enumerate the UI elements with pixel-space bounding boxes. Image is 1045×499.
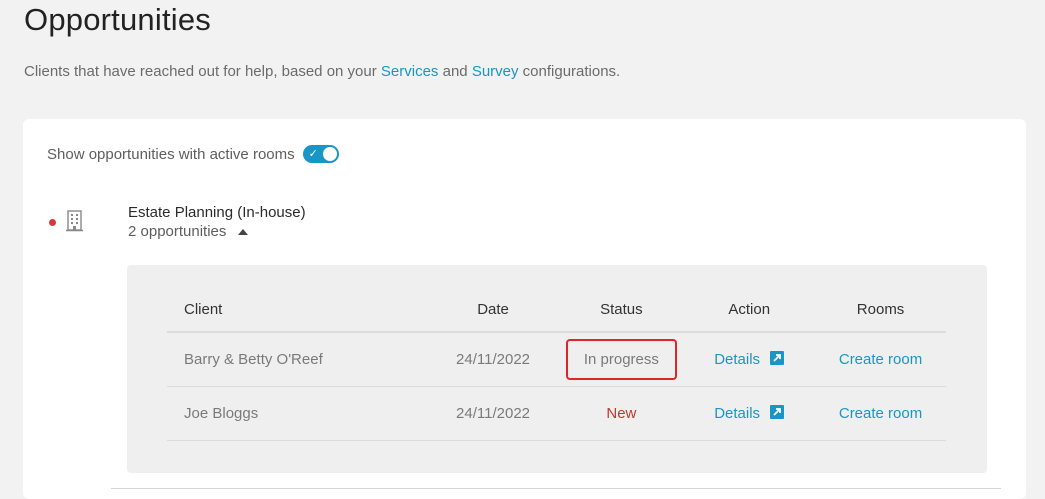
details-link[interactable]: Details xyxy=(714,351,785,368)
toggle-knob xyxy=(322,147,337,161)
header-status: Status xyxy=(559,287,684,333)
action-cell: Details xyxy=(683,332,816,387)
active-rooms-toggle-row: Show opportunities with active rooms ✓ xyxy=(47,145,339,163)
opportunity-date: 24/11/2022 xyxy=(426,386,560,441)
active-rooms-toggle[interactable]: ✓ xyxy=(302,145,339,163)
client-name: Barry & Betty O'Reef xyxy=(167,332,427,387)
status-cell: In progress xyxy=(559,332,684,387)
services-link[interactable]: Services xyxy=(381,63,439,80)
external-link-icon xyxy=(770,405,785,419)
status-cell: New xyxy=(559,386,684,441)
opportunity-date: 24/11/2022 xyxy=(426,332,560,387)
caret-up-icon xyxy=(238,228,249,235)
active-rooms-toggle-label: Show opportunities with active rooms xyxy=(47,145,295,163)
opportunities-count: 2 opportunities xyxy=(128,223,227,240)
header-date: Date xyxy=(426,287,560,333)
client-name: Joe Bloggs xyxy=(167,386,427,441)
subtitle-text-end: configurations. xyxy=(518,63,621,80)
header-action: Action xyxy=(683,287,816,333)
service-status-dot xyxy=(49,219,56,226)
service-name: Estate Planning (In-house) xyxy=(128,204,306,221)
opportunities-panel: Client Date Status Action Rooms Barry & … xyxy=(127,265,987,473)
opportunities-card: Show opportunities with active rooms ✓ E… xyxy=(23,119,1026,499)
section-divider xyxy=(111,488,1001,489)
check-icon: ✓ xyxy=(308,148,318,160)
page-title: Opportunities xyxy=(24,2,211,37)
status-badge: New xyxy=(606,405,637,422)
survey-link[interactable]: Survey xyxy=(472,63,519,80)
table-row: Barry & Betty O'Reef 24/11/2022 In progr… xyxy=(167,332,946,387)
details-link[interactable]: Details xyxy=(714,405,785,422)
page-subtitle: Clients that have reached out for help, … xyxy=(24,63,620,80)
subtitle-text-start: Clients that have reached out for help, … xyxy=(24,63,381,80)
details-label: Details xyxy=(714,351,761,368)
table-row: Joe Bloggs 24/11/2022 New Details Create… xyxy=(167,386,946,441)
opportunities-count-toggle[interactable]: 2 opportunities xyxy=(128,223,249,240)
table-header-row: Client Date Status Action Rooms xyxy=(167,287,946,333)
details-label: Details xyxy=(714,405,761,422)
header-client: Client xyxy=(167,287,427,333)
create-room-link[interactable]: Create room xyxy=(815,332,946,387)
subtitle-text-mid: and xyxy=(438,63,472,80)
action-cell: Details xyxy=(683,386,816,441)
external-link-icon xyxy=(770,351,785,365)
header-rooms: Rooms xyxy=(815,287,946,333)
building-icon xyxy=(66,210,83,232)
create-room-link[interactable]: Create room xyxy=(815,386,946,441)
opportunities-table: Client Date Status Action Rooms Barry & … xyxy=(167,287,946,441)
status-badge: In progress xyxy=(565,339,677,380)
